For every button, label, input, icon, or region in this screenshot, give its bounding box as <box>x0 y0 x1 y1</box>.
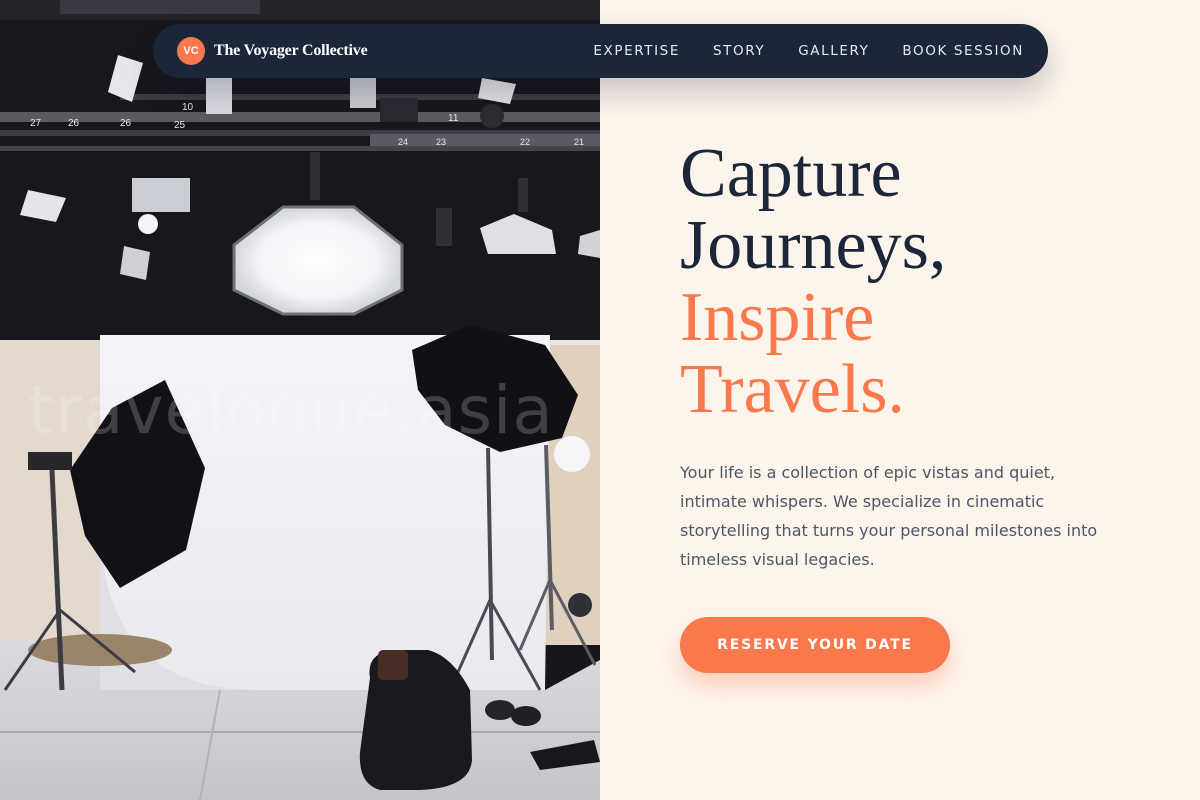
rail-number: 21 <box>574 137 584 147</box>
nav-link-expertise[interactable]: EXPERTISE <box>593 43 680 59</box>
hero-description: Your life is a collection of epic vistas… <box>680 463 1098 569</box>
rail-number: 23 <box>436 137 446 147</box>
rail-number: 26 <box>120 118 132 129</box>
hero-headline: Capture Journeys, Inspire Travels. <box>680 138 1160 426</box>
reserve-date-button[interactable]: RESERVE YOUR DATE <box>680 617 950 673</box>
headline-accent-line: Inspire <box>680 279 875 356</box>
brand-logo-link[interactable]: VC The Voyager Collective <box>177 37 368 65</box>
nav-link-book-session[interactable]: BOOK SESSION <box>902 43 1024 59</box>
rail-number: 10 <box>182 102 194 113</box>
brand-name: The Voyager Collective <box>214 42 368 59</box>
hero-photo: 27 26 26 25 10 11 24 23 22 21 travelogue… <box>0 0 600 800</box>
rail-number-layer: 27 26 26 25 10 11 24 23 22 21 <box>30 102 584 147</box>
top-navigation: VC The Voyager Collective EXPERTISE STOR… <box>153 24 1048 78</box>
rail-number: 27 <box>30 118 42 129</box>
headline-line: Capture <box>680 135 902 212</box>
rail-number: 11 <box>448 113 459 124</box>
rail-number: 26 <box>68 118 80 129</box>
nav-links: EXPERTISE STORY GALLERY BOOK SESSION <box>593 43 1024 59</box>
nav-link-story[interactable]: STORY <box>713 43 765 59</box>
headline-accent-line: Travels. <box>680 351 905 428</box>
nav-link-gallery[interactable]: GALLERY <box>798 43 869 59</box>
rail-number: 25 <box>174 120 186 131</box>
hero-section: Capture Journeys, Inspire Travels. Your … <box>680 138 1160 673</box>
rail-number: 22 <box>520 137 530 147</box>
brand-badge-icon: VC <box>177 37 205 65</box>
rail-number: 24 <box>398 137 408 147</box>
headline-line: Journeys, <box>680 207 947 284</box>
